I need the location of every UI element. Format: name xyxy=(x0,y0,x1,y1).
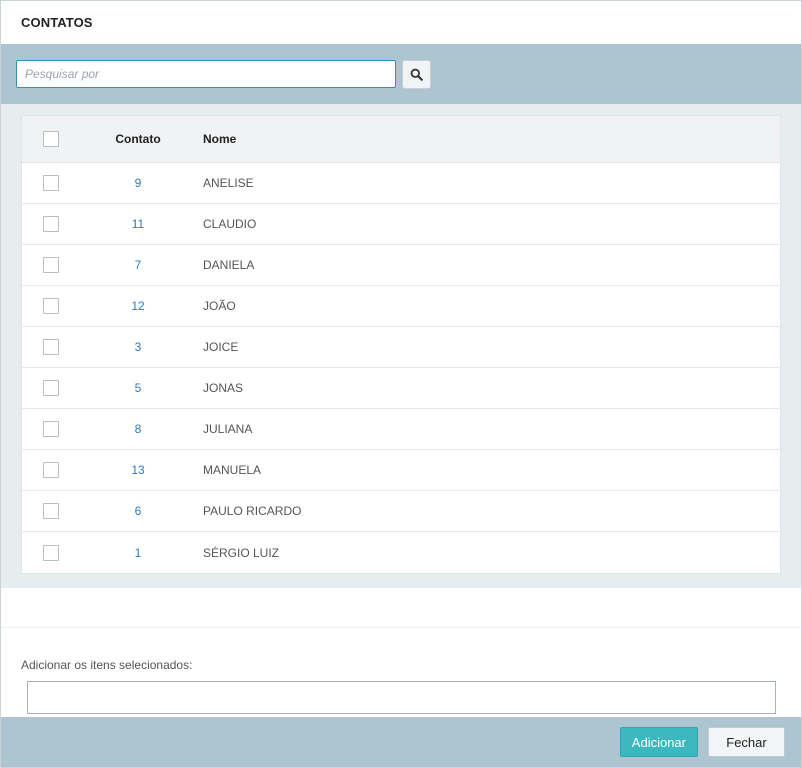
grid-area: Contato Nome 9 ANELISE 11 CLAUDIO 7 DANIELA 12… xyxy=(1,104,801,588)
table-row[interactable]: 11 CLAUDIO xyxy=(22,204,780,245)
table-row[interactable]: 13 MANUELA xyxy=(22,450,780,491)
table-row[interactable]: 9 ANELISE xyxy=(22,163,780,204)
table-row[interactable]: 5 JONAS xyxy=(22,368,780,409)
row-checkbox[interactable] xyxy=(43,175,59,191)
contacts-modal: CONTATOS Contato Nome 9 ANELISE 11 CLAUDIO 7… xyxy=(0,0,802,768)
search-icon xyxy=(410,68,423,81)
selected-items-field[interactable] xyxy=(27,681,776,714)
contact-name: MANUELA xyxy=(203,463,262,477)
column-header-contato[interactable]: Contato xyxy=(80,132,196,146)
grid-header: Contato Nome xyxy=(22,116,780,163)
add-button[interactable]: Adicionar xyxy=(619,727,698,757)
modal-footer: Adicionar Fechar xyxy=(1,717,801,767)
contato-id-link[interactable]: 11 xyxy=(80,217,196,231)
modal-title: CONTATOS xyxy=(21,15,93,30)
contact-name: JONAS xyxy=(203,381,244,395)
row-checkbox[interactable] xyxy=(43,421,59,437)
contact-name: JOICE xyxy=(203,340,239,354)
row-checkbox[interactable] xyxy=(43,339,59,355)
contact-name: JULIANA xyxy=(203,422,253,436)
contato-id-link[interactable]: 8 xyxy=(80,422,196,436)
table-row[interactable]: 8 JULIANA xyxy=(22,409,780,450)
contact-name: ANELISE xyxy=(203,176,254,190)
grid-body: 9 ANELISE 11 CLAUDIO 7 DANIELA 12 JOÃO 3 JOICE 5 JO… xyxy=(22,163,780,573)
contact-name: DANIELA xyxy=(203,258,255,272)
search-bar xyxy=(1,44,801,104)
contact-name: PAULO RICARDO xyxy=(203,504,302,518)
row-checkbox[interactable] xyxy=(43,216,59,232)
contato-id-link[interactable]: 1 xyxy=(80,546,196,560)
table-row[interactable]: 1 SÉRGIO LUIZ xyxy=(22,532,780,573)
contact-name: SÉRGIO LUIZ xyxy=(203,545,280,560)
contato-id-link[interactable]: 12 xyxy=(80,299,196,313)
contato-id-link[interactable]: 7 xyxy=(80,258,196,272)
search-button[interactable] xyxy=(402,59,431,89)
selected-section: Adicionar os itens selecionados: xyxy=(1,628,801,714)
search-input[interactable] xyxy=(16,60,396,88)
table-row[interactable]: 7 DANIELA xyxy=(22,245,780,286)
row-checkbox[interactable] xyxy=(43,257,59,273)
contact-name: CLAUDIO xyxy=(203,217,257,231)
row-checkbox[interactable] xyxy=(43,298,59,314)
close-button[interactable]: Fechar xyxy=(708,727,785,757)
contato-id-link[interactable]: 9 xyxy=(80,176,196,190)
contato-id-link[interactable]: 13 xyxy=(80,463,196,477)
contact-name: JOÃO xyxy=(203,299,236,313)
column-header-nome[interactable]: Nome xyxy=(196,132,780,146)
row-checkbox[interactable] xyxy=(43,503,59,519)
contacts-grid: Contato Nome 9 ANELISE 11 CLAUDIO 7 DANIELA 12… xyxy=(21,115,781,574)
row-checkbox[interactable] xyxy=(43,380,59,396)
table-row[interactable]: 6 PAULO RICARDO xyxy=(22,491,780,532)
row-checkbox[interactable] xyxy=(43,544,59,561)
row-checkbox[interactable] xyxy=(43,462,59,478)
modal-header: CONTATOS xyxy=(1,1,801,44)
table-row[interactable]: 12 JOÃO xyxy=(22,286,780,327)
spacer xyxy=(1,588,801,628)
contato-id-link[interactable]: 6 xyxy=(80,504,196,518)
contato-id-link[interactable]: 5 xyxy=(80,381,196,395)
select-all-checkbox[interactable] xyxy=(43,131,59,147)
contato-id-link[interactable]: 3 xyxy=(80,340,196,354)
selected-items-label: Adicionar os itens selecionados: xyxy=(21,658,193,672)
table-row[interactable]: 3 JOICE xyxy=(22,327,780,368)
